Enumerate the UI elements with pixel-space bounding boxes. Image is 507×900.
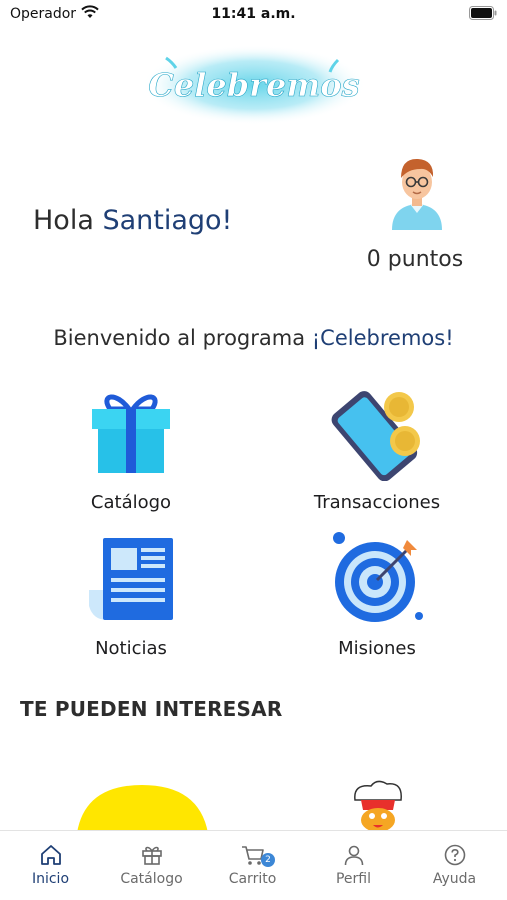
target-icon (333, 532, 423, 622)
home-icon (40, 845, 61, 865)
tab-carrito-label: Carrito (228, 871, 277, 887)
section-title: TE PUEDEN INTERESAR (20, 697, 283, 721)
tile-transacciones[interactable]: Transacciones (272, 385, 482, 525)
tile-catalogo-label: Catálogo (90, 492, 172, 513)
tile-catalogo[interactable]: Catálogo (26, 385, 236, 525)
battery-icon (469, 6, 497, 20)
gift-icon (92, 394, 170, 473)
logo-text: Celebremos (148, 66, 359, 104)
user-icon (344, 845, 363, 866)
tile-noticias-label: Noticias (95, 638, 167, 659)
welcome-brand: ¡Celebremos! (311, 326, 454, 350)
tab-perfil-label: Perfil (335, 871, 372, 887)
welcome-prefix: Bienvenido al programa (53, 326, 312, 350)
tab-carrito[interactable]: 2 Carrito (202, 831, 303, 900)
points-balance: 0 puntos (366, 247, 464, 272)
status-bar: Operador 11:41 a.m. (0, 0, 507, 28)
help-icon (444, 844, 465, 866)
newspaper-icon (89, 538, 173, 620)
tile-noticias[interactable]: Noticias (26, 532, 236, 672)
phone-coins-icon (331, 391, 420, 481)
tab-inicio[interactable]: Inicio (0, 831, 101, 900)
tab-ayuda-label: Ayuda (432, 871, 477, 887)
tab-inicio-label: Inicio (31, 871, 70, 887)
promo-card-left[interactable] (75, 783, 210, 833)
avatar[interactable] (386, 150, 448, 230)
tab-catalogo[interactable]: Catálogo (101, 831, 202, 900)
tile-transacciones-label: Transacciones (313, 492, 441, 513)
tile-misiones[interactable]: Misiones (272, 532, 482, 672)
tile-misiones-label: Misiones (338, 638, 416, 659)
promo-card-right[interactable] (345, 778, 415, 833)
cart-badge: 2 (261, 853, 275, 867)
clock: 11:41 a.m. (211, 6, 296, 22)
tab-catalogo-label: Catálogo (120, 871, 183, 887)
celebremos-logo: Celebremos (142, 45, 366, 125)
tab-ayuda[interactable]: Ayuda (404, 831, 505, 900)
gift-icon (141, 846, 162, 865)
user-name: Santiago! (102, 205, 233, 236)
greeting: Hola Santiago! (33, 205, 232, 236)
tab-perfil[interactable]: Perfil (303, 831, 404, 900)
greeting-prefix: Hola (33, 205, 103, 236)
tab-bar: Inicio Catálogo 2 Carrito Perfil Ayuda (0, 830, 507, 900)
welcome-message: Bienvenido al programa ¡Celebremos! (0, 326, 507, 350)
